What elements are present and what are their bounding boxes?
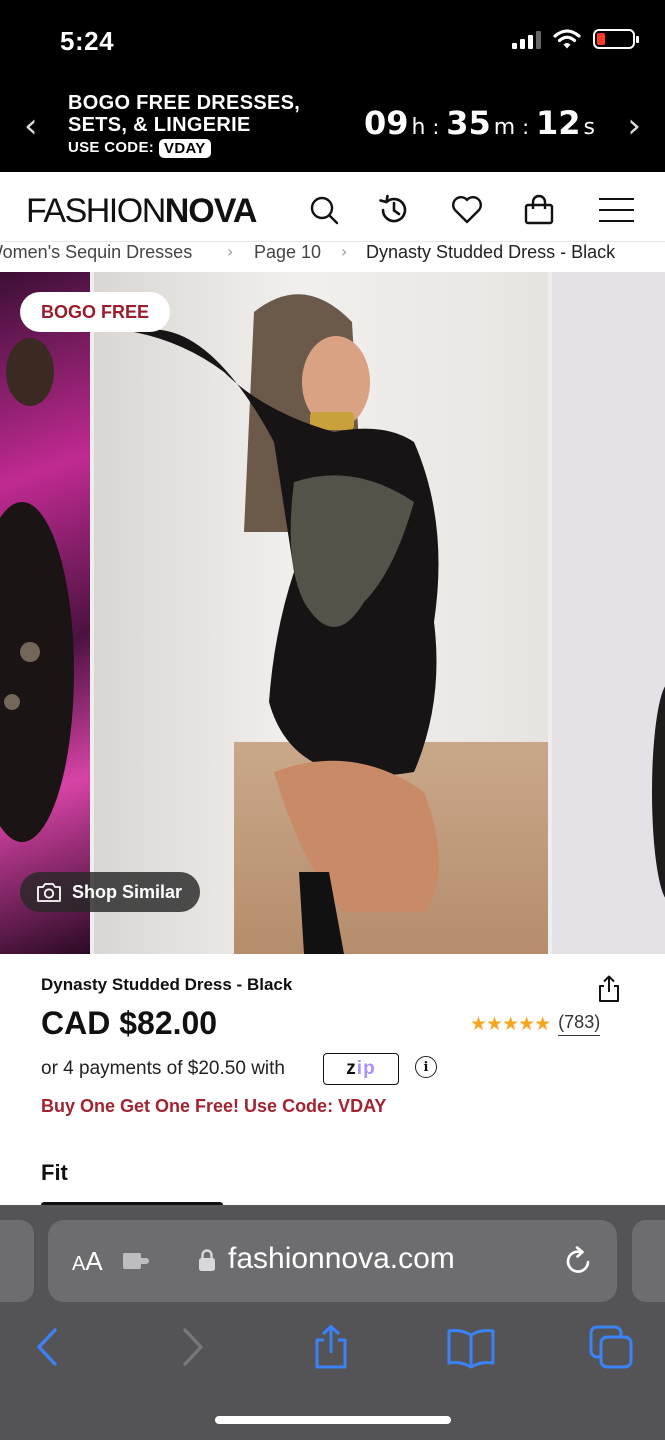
zip-logo[interactable]: z ip	[323, 1053, 399, 1085]
promo-code-pill: VDAY	[159, 138, 211, 158]
fit-heading: Fit	[41, 1160, 68, 1185]
promo-banner[interactable]: ‹ BOGO FREE DRESSES, SETS, & LINGERIE US…	[0, 80, 665, 172]
product-image-gallery[interactable]: BOGO FREE Shop Similar	[0, 272, 665, 954]
promo-text: BOGO FREE DRESSES, SETS, & LINGERIE USE …	[68, 92, 300, 159]
bogo-free-badge: BOGO FREE	[20, 292, 171, 332]
site-header: FASHIONNOVA	[0, 172, 665, 242]
menu-icon[interactable]	[598, 192, 634, 228]
timer-hours: 09	[364, 104, 409, 142]
search-icon[interactable]	[306, 192, 342, 228]
breadcrumb-separator: ›	[341, 242, 348, 261]
tabs-icon[interactable]	[589, 1325, 633, 1369]
shop-similar-label: Shop Similar	[72, 881, 183, 902]
timer-minutes-unit: m	[493, 115, 516, 140]
bogo-promo-text: Buy One Get One Free! Use Code: VDAY	[41, 1096, 387, 1116]
breadcrumb-separator: ›	[227, 242, 234, 261]
chevron-right-icon[interactable]: ›	[627, 106, 641, 146]
review-count-link[interactable]: (783)	[558, 1012, 601, 1036]
camera-icon	[37, 883, 61, 902]
timer-seconds-unit: s	[583, 115, 595, 140]
previous-image-figure	[0, 338, 74, 842]
extension-icon[interactable]	[122, 1251, 152, 1271]
product-price: CAD $82.00	[41, 1005, 218, 1041]
logo-light-text: FASHION	[26, 192, 166, 230]
logo-bold-text: NOVA	[164, 192, 258, 230]
back-arrow-icon[interactable]	[26, 1325, 70, 1369]
chevron-left-icon[interactable]: ‹	[24, 106, 38, 146]
forward-arrow-icon[interactable]	[170, 1325, 214, 1369]
timer-seconds: 12	[535, 104, 581, 142]
history-icon[interactable]	[376, 192, 412, 228]
timer-minutes: 35	[446, 104, 491, 142]
zip-logo-ip: ip	[356, 1058, 376, 1079]
aa-small: A	[72, 1253, 86, 1275]
heart-icon[interactable]	[449, 192, 485, 228]
breadcrumb: Women's Sequin Dresses › Page 10 › Dynas…	[0, 242, 665, 270]
reload-icon[interactable]	[561, 1244, 595, 1278]
status-icons	[512, 28, 639, 50]
share-sheet-icon[interactable]	[309, 1325, 353, 1369]
promo-code-row: USE CODE: VDAY	[68, 137, 300, 159]
promo-line-2: SETS, & LINGERIE	[68, 114, 251, 136]
share-icon[interactable]	[596, 975, 622, 1003]
cellular-signal-icon	[512, 29, 541, 49]
next-image-figure	[652, 686, 665, 898]
rating-stars: ★★★★★	[470, 1013, 551, 1035]
shop-similar-button[interactable]: Shop Similar	[20, 872, 201, 912]
countdown-timer: 09 h : 35 m : 12 s	[364, 104, 595, 142]
aa-large: A	[85, 1246, 103, 1276]
status-time: 5:24	[60, 26, 115, 56]
next-tab-peek[interactable]	[632, 1220, 665, 1302]
url-text: fashionnova.com	[228, 1242, 455, 1275]
shopping-bag-icon[interactable]	[521, 192, 557, 228]
gallery-image-main[interactable]	[94, 272, 548, 954]
breadcrumb-item-current: Dynasty Studded Dress - Black	[366, 242, 616, 262]
battery-icon	[593, 29, 639, 49]
page-settings-button[interactable]: AA	[72, 1246, 103, 1277]
timer-separator: :	[432, 115, 440, 139]
bookmarks-icon[interactable]	[446, 1325, 496, 1369]
gallery-image-previous[interactable]	[0, 272, 90, 954]
safari-toolbar: AA fashionnova.com	[0, 1205, 665, 1440]
gallery-image-next[interactable]	[552, 272, 665, 954]
zip-logo-z: z	[346, 1058, 357, 1079]
info-icon-glyph: i	[423, 1059, 429, 1075]
status-bar: 5:24	[0, 0, 665, 80]
lock-icon	[199, 1249, 215, 1271]
model-in-dress-image	[134, 294, 439, 954]
fashion-nova-logo[interactable]: FASHIONNOVA	[26, 192, 258, 231]
promo-line-1: BOGO FREE DRESSES,	[68, 92, 301, 114]
breadcrumb-item-page[interactable]: Page 10	[254, 242, 321, 263]
info-icon[interactable]: i	[415, 1056, 437, 1078]
previous-tab-peek[interactable]	[0, 1220, 34, 1302]
promo-code-label: USE CODE:	[68, 139, 155, 156]
product-name: Dynasty Studded Dress - Black	[41, 975, 293, 994]
timer-separator: :	[522, 115, 529, 139]
breadcrumb-item-category[interactable]: Women's Sequin Dresses	[0, 242, 192, 263]
timer-hours-unit: h	[411, 115, 426, 140]
installments-text: or 4 payments of $20.50 with	[41, 1058, 285, 1079]
wifi-icon	[553, 29, 581, 49]
address-bar[interactable]: AA fashionnova.com	[48, 1220, 617, 1302]
home-indicator[interactable]	[215, 1416, 451, 1424]
product-rating[interactable]: ★★★★★ (783)	[470, 1012, 601, 1036]
